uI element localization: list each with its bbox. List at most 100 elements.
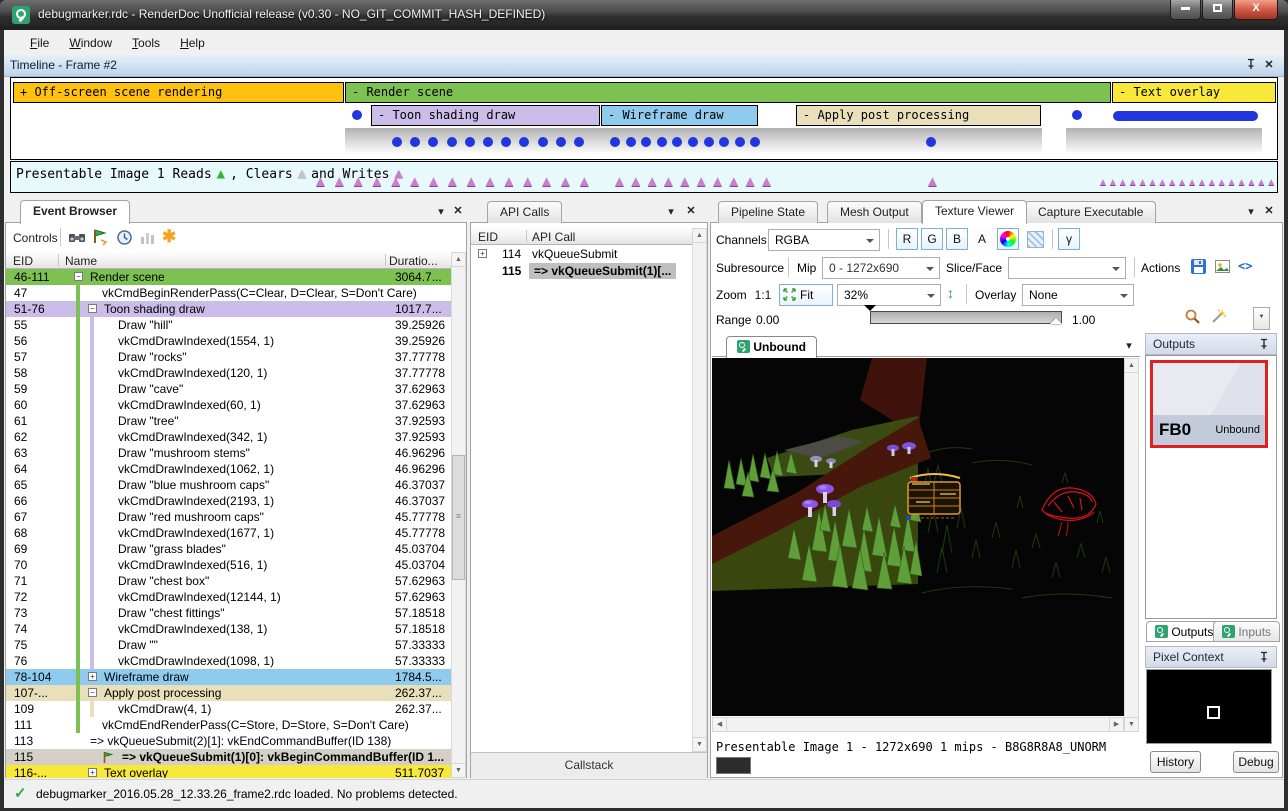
menu-file[interactable]: File: [20, 33, 59, 53]
table-row[interactable]: 65Draw "blue mushroom caps"46.37037: [6, 477, 451, 493]
green-channel-button[interactable]: G: [921, 228, 943, 250]
col-duration[interactable]: Duratio...: [389, 254, 438, 268]
collapse-icon[interactable]: −: [88, 688, 97, 697]
range-black-handle[interactable]: [864, 305, 876, 317]
pin-icon[interactable]: [1244, 58, 1258, 72]
time-draws-icon[interactable]: [116, 229, 134, 247]
timeline-bar[interactable]: + Off-screen scene rendering: [13, 82, 344, 103]
pin-icon[interactable]: [1259, 651, 1269, 666]
range-options-button[interactable]: ▼: [1253, 307, 1270, 330]
debug-button[interactable]: Debug: [1233, 751, 1279, 773]
find-event-icon[interactable]: [68, 229, 86, 247]
scroll-left-icon[interactable]: ◀: [712, 717, 727, 732]
scroll-up-icon[interactable]: ▲: [451, 252, 466, 267]
table-row[interactable]: 55Draw "hill"39.25926: [6, 317, 451, 333]
minimize-button[interactable]: [1170, 0, 1201, 20]
title-bar[interactable]: debugmarker.rdc - RenderDoc Unofficial r…: [0, 0, 1288, 30]
range-wand-icon[interactable]: [1210, 308, 1228, 326]
table-row[interactable]: 76vkCmdDrawIndexed(1098, 1)57.33333: [6, 653, 451, 669]
texture-image[interactable]: [712, 358, 1124, 716]
table-row[interactable]: 69Draw "grass blades"45.03704: [6, 541, 451, 557]
table-row[interactable]: 58vkCmdDrawIndexed(120, 1)37.77778: [6, 365, 451, 381]
zoom-select[interactable]: 32%: [837, 284, 941, 306]
menu-tools[interactable]: Tools: [122, 33, 170, 53]
timeline-bar[interactable]: - Text overlay: [1112, 82, 1276, 103]
gamma-button[interactable]: γ: [1058, 228, 1080, 250]
table-row[interactable]: 78-104+Wireframe draw1784.5...: [6, 669, 451, 685]
table-row[interactable]: 115=> vkQueueSubmit(1)[0]: vkBeginComman…: [6, 749, 451, 765]
texture-vscrollbar[interactable]: [1124, 358, 1139, 732]
expand-icon[interactable]: +: [88, 672, 97, 681]
table-row[interactable]: 64vkCmdDrawIndexed(1062, 1)46.96296: [6, 461, 451, 477]
tab-pipeline-state[interactable]: Pipeline State: [718, 201, 818, 223]
save-image-icon[interactable]: [1214, 258, 1232, 276]
pixel-context-view[interactable]: [1146, 669, 1272, 744]
chevron-down-icon[interactable]: ▾: [1122, 339, 1136, 353]
table-row[interactable]: 75Draw ""57.33333: [6, 637, 451, 653]
zoom-1to1-button[interactable]: 1:1: [751, 288, 775, 302]
range-max-value[interactable]: 1.00: [1072, 313, 1095, 327]
event-browser-header[interactable]: EID Name Duratio...: [6, 252, 451, 269]
mip-select[interactable]: 0 - 1272x690: [822, 257, 940, 279]
channels-select[interactable]: RGBA: [768, 229, 880, 251]
callstack-section[interactable]: Callstack: [471, 752, 707, 778]
timeline-canvas[interactable]: + Off-screen scene rendering- Render sce…: [10, 77, 1278, 160]
tab-outputs[interactable]: Outputs: [1146, 621, 1222, 642]
table-row[interactable]: 109vkCmdDraw(4, 1)262.37...: [6, 701, 451, 717]
slice-face-select[interactable]: [1008, 257, 1126, 279]
table-row[interactable]: 63Draw "mushroom stems"46.96296: [6, 445, 451, 461]
table-row[interactable]: 56vkCmdDrawIndexed(1554, 1)39.25926: [6, 333, 451, 349]
table-row[interactable]: 116-...+Text overlay511.7037: [6, 765, 451, 778]
texture-hscrollbar[interactable]: [712, 717, 1124, 732]
timeline-bar[interactable]: - Wireframe draw: [601, 105, 758, 126]
table-row[interactable]: 72vkCmdDrawIndexed(12144, 1)57.62963: [6, 589, 451, 605]
scroll-up-icon[interactable]: ▲: [1124, 358, 1139, 373]
blue-channel-button[interactable]: B: [946, 228, 968, 250]
table-row[interactable]: + 114 vkQueueSubmit: [471, 246, 692, 262]
timeline-bar[interactable]: - Apply post processing: [796, 105, 1041, 126]
tab-event-browser[interactable]: Event Browser: [20, 200, 130, 224]
timeline-bar[interactable]: - Toon shading draw: [371, 105, 600, 126]
api-calls-scrollbar[interactable]: [692, 228, 707, 752]
table-row[interactable]: 61Draw "tree"37.92593: [6, 413, 451, 429]
table-row[interactable]: 57Draw "rocks"37.77778: [6, 349, 451, 365]
fb0-thumbnail[interactable]: FB0 Unbound: [1150, 360, 1268, 448]
col-name[interactable]: Name: [65, 254, 97, 268]
table-row[interactable]: 59Draw "cave"37.62963: [6, 381, 451, 397]
table-row[interactable]: 73Draw "chest fittings"57.18518: [6, 605, 451, 621]
scroll-down-icon[interactable]: ▼: [451, 763, 466, 778]
close-icon[interactable]: ✕: [1262, 204, 1276, 218]
tab-mesh-output[interactable]: Mesh Output: [827, 201, 922, 223]
col-eid[interactable]: EID: [478, 230, 498, 244]
bookmark-icon[interactable]: ✱: [162, 227, 180, 245]
scroll-up-icon[interactable]: ▲: [692, 228, 707, 243]
close-icon[interactable]: ✕: [1262, 58, 1276, 72]
table-row[interactable]: 107-...−Apply post processing262.37...: [6, 685, 451, 701]
api-calls-header[interactable]: EID API Call: [471, 228, 692, 245]
alpha-channel-button[interactable]: A: [971, 228, 993, 250]
table-row[interactable]: 115 => vkQueueSubmit(1)[...: [471, 262, 692, 279]
history-button[interactable]: History: [1150, 751, 1201, 773]
table-row[interactable]: 60vkCmdDrawIndexed(60, 1)37.62963: [6, 397, 451, 413]
chevron-down-icon[interactable]: ▾: [434, 205, 448, 219]
scroll-right-icon[interactable]: ▶: [1109, 717, 1124, 732]
table-row[interactable]: 51-76−Toon shading draw1017.7...: [6, 301, 451, 317]
chevron-down-icon[interactable]: ▾: [664, 205, 678, 219]
alpha-checker-button[interactable]: [1024, 228, 1046, 250]
close-icon[interactable]: ✕: [451, 204, 465, 218]
color-wheel-button[interactable]: [997, 228, 1019, 250]
pin-icon[interactable]: [1259, 338, 1269, 353]
table-row[interactable]: 71Draw "chest box"57.62963: [6, 573, 451, 589]
chevron-down-icon[interactable]: ▾: [1244, 205, 1258, 219]
table-row[interactable]: 67Draw "red mushroom caps"45.77778: [6, 509, 451, 525]
table-row[interactable]: 62vkCmdDrawIndexed(342, 1)37.92593: [6, 429, 451, 445]
maximize-button[interactable]: [1202, 0, 1233, 20]
autofit-range-icon[interactable]: [1184, 308, 1202, 326]
scroll-down-icon[interactable]: ▼: [692, 737, 707, 752]
collapse-icon[interactable]: −: [74, 272, 83, 281]
overlay-select[interactable]: None: [1022, 284, 1134, 306]
scroll-down-icon[interactable]: ▼: [1124, 717, 1139, 732]
zoom-fit-button[interactable]: Fit: [779, 284, 833, 306]
flip-y-icon[interactable]: ↕: [947, 285, 954, 301]
range-slider[interactable]: [870, 311, 1062, 324]
